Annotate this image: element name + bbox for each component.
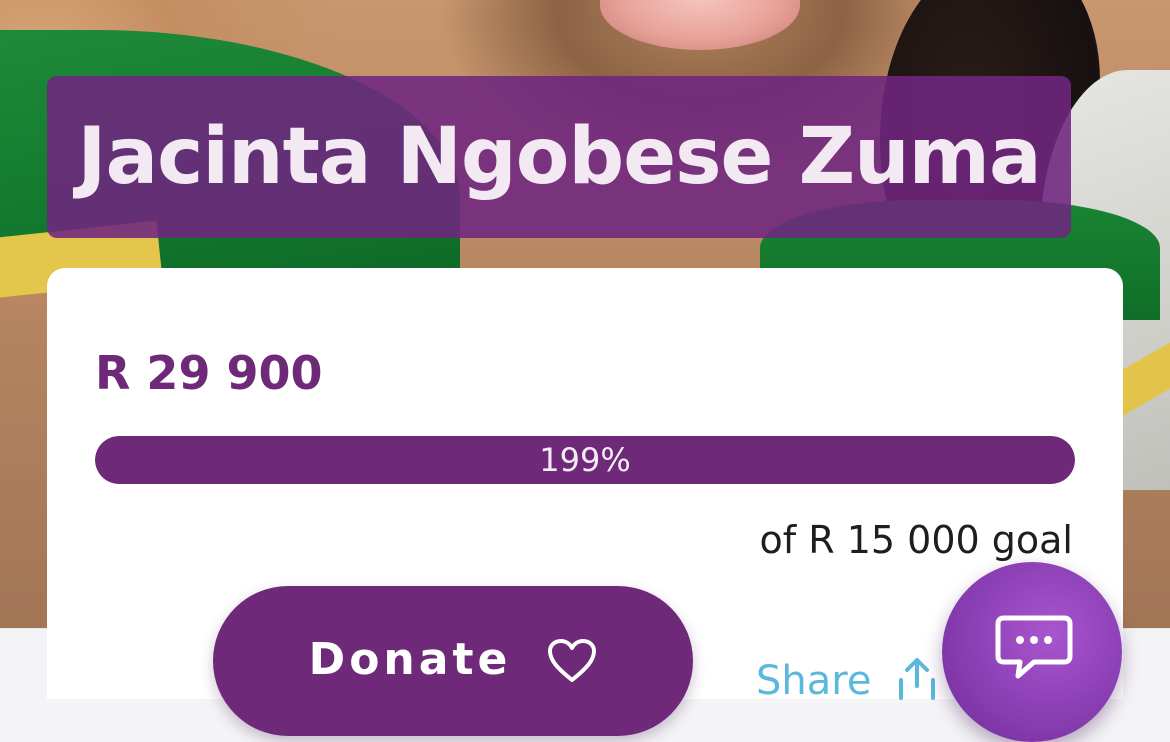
campaign-title: Jacinta Ngobese Zuma (77, 112, 1041, 202)
campaign-name-banner: Jacinta Ngobese Zuma (47, 76, 1071, 238)
chat-button[interactable] (942, 562, 1122, 742)
raised-amount: R 29 900 (95, 346, 323, 400)
goal-text: of R 15 000 goal (759, 518, 1073, 562)
chat-bubble-icon (995, 615, 1073, 679)
share-label: Share (756, 658, 872, 704)
share-icon (899, 658, 936, 700)
photo-detail (600, 0, 800, 50)
progress-percent: 199% (539, 441, 631, 479)
heart-icon (548, 639, 597, 682)
progress-bar: 199% (95, 436, 1075, 484)
share-link[interactable]: Share (756, 658, 939, 704)
donate-button[interactable]: Donate (213, 586, 693, 736)
donate-button-label: Donate (308, 634, 512, 685)
